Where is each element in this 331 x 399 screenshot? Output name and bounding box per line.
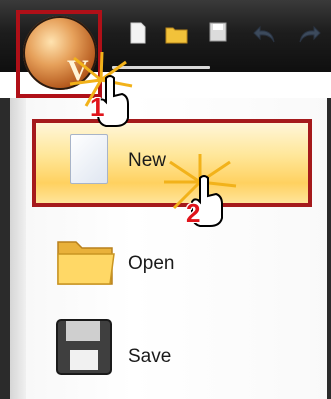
menu-left-strip <box>10 98 26 399</box>
menu-item-open[interactable]: Open <box>30 222 320 302</box>
folder-icon <box>57 241 115 285</box>
open-folder-icon[interactable] <box>165 24 189 44</box>
new-doc-icon[interactable] <box>130 22 146 44</box>
redo-icon[interactable] <box>296 24 322 44</box>
menu-item-save[interactable]: Save <box>30 317 320 397</box>
save-icon[interactable] <box>209 22 227 42</box>
menu-right-border <box>327 98 331 399</box>
menu-item-label: Save <box>128 346 172 367</box>
undo-icon[interactable] <box>252 24 278 44</box>
step-1-badge: 1 <box>90 92 105 122</box>
save-disk-icon <box>56 319 112 375</box>
new-document-icon <box>70 134 108 184</box>
step-2-badge: 2 <box>186 198 201 228</box>
menu-item-label: Open <box>128 253 175 274</box>
